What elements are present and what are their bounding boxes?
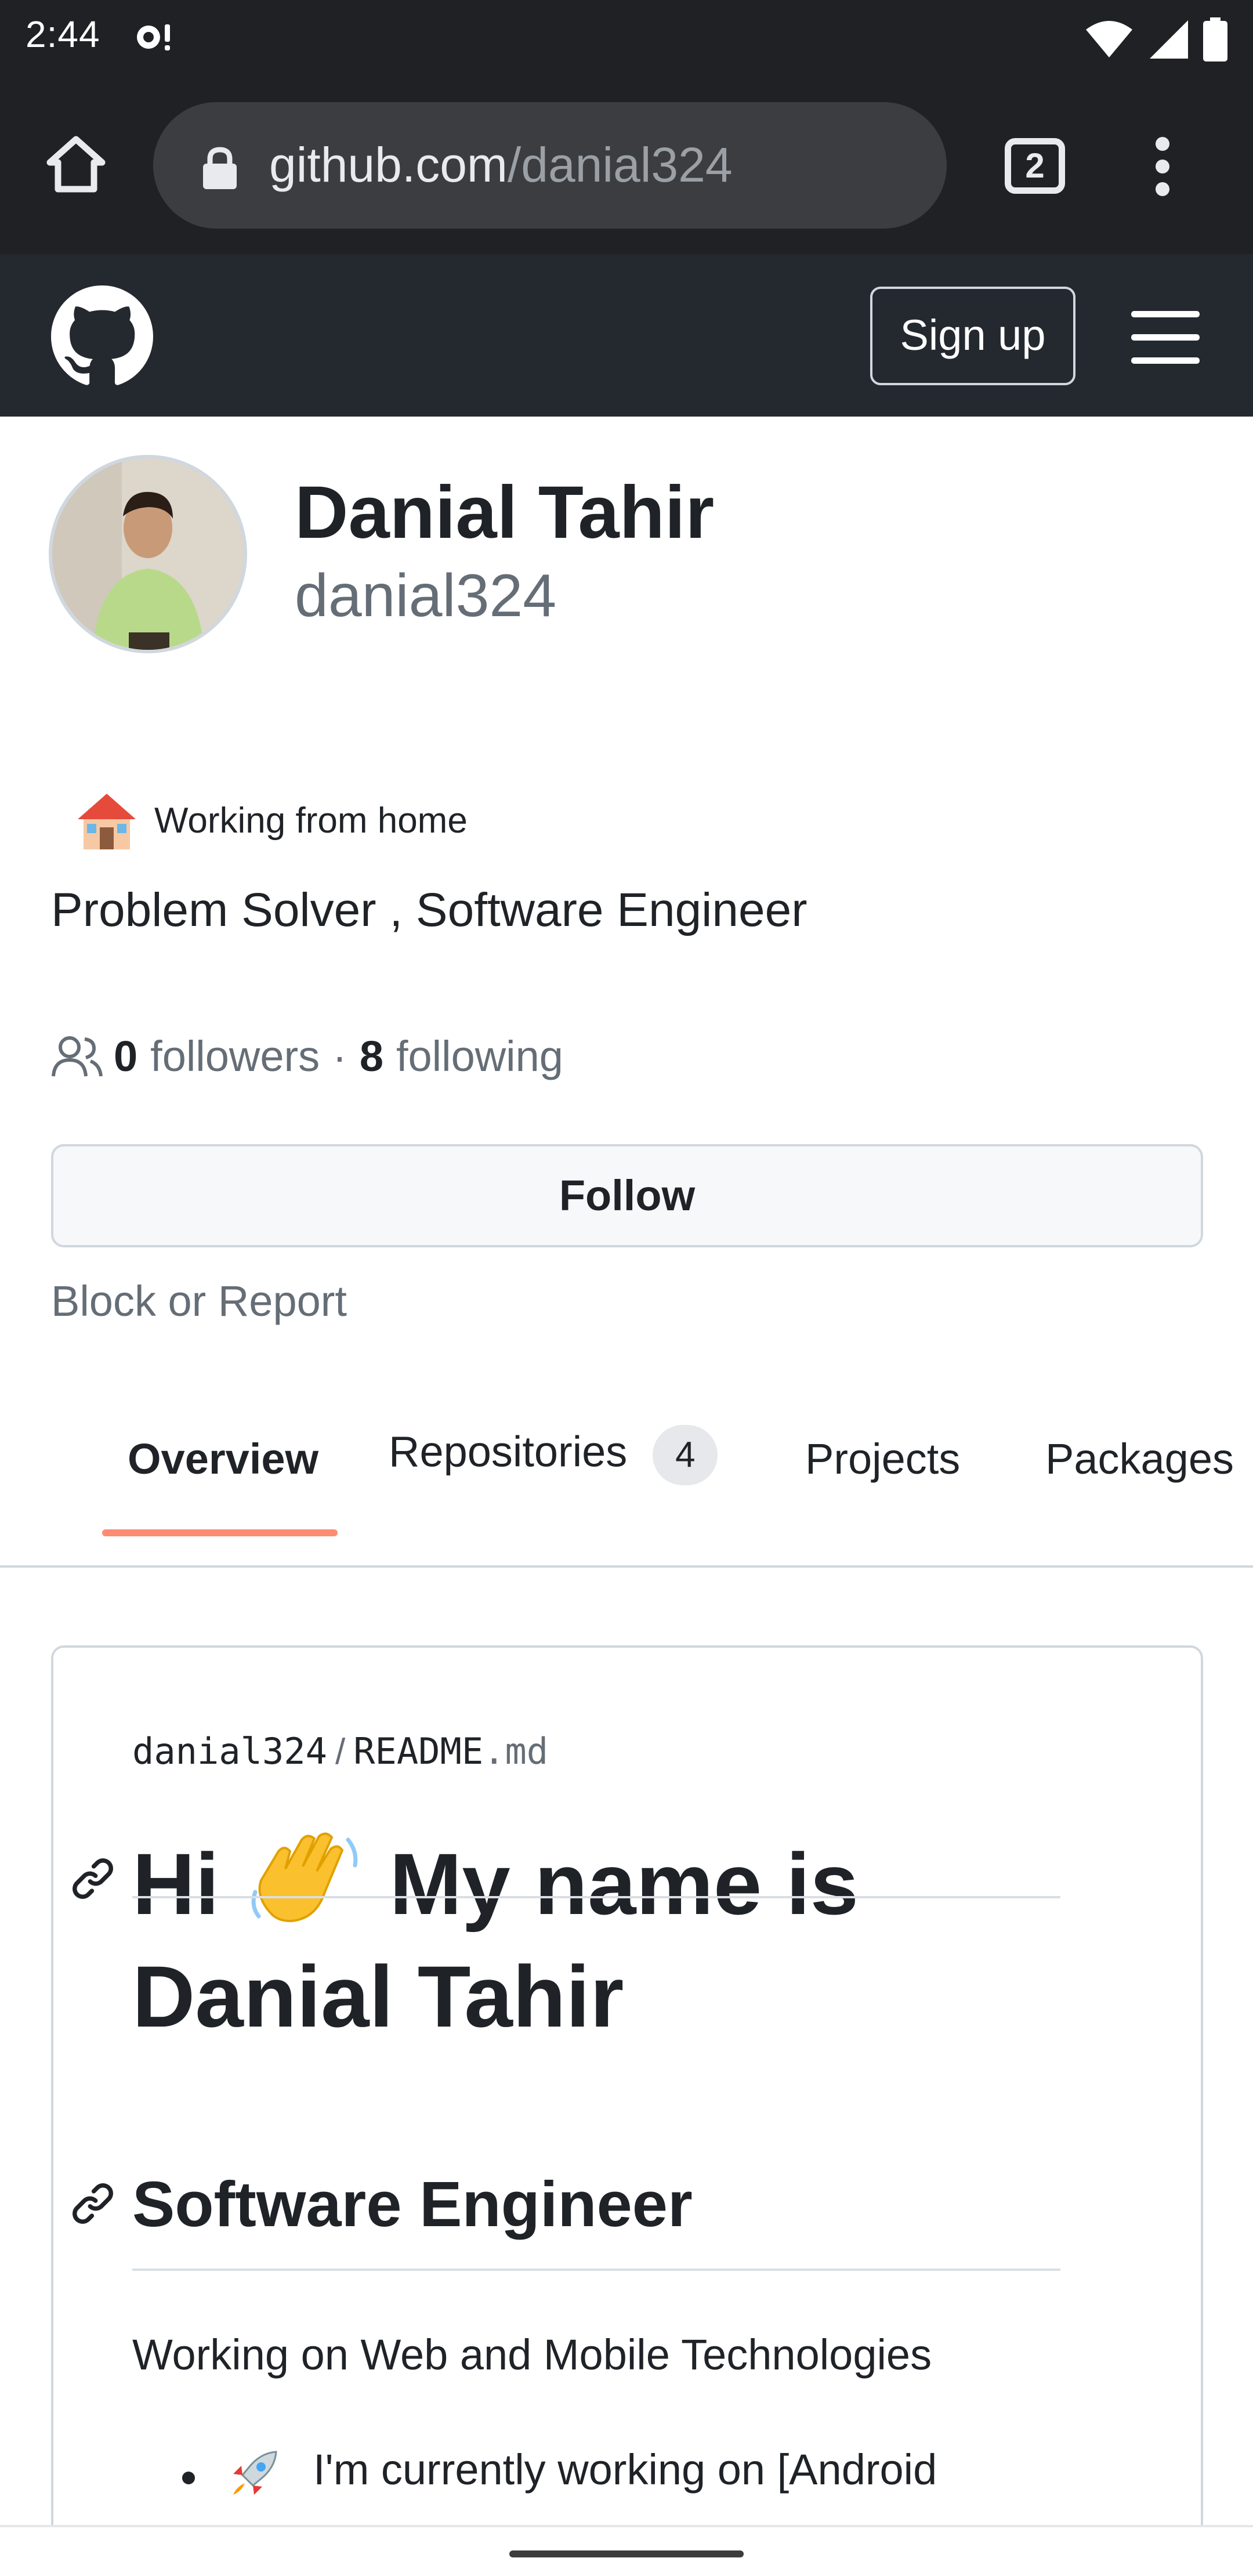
heading-divider (132, 1896, 1060, 1898)
readme-file-ext: .md (483, 1730, 549, 1772)
github-header: Sign up (0, 254, 1253, 417)
profile-tabs: Overview Repositories 4 Projects Packages (0, 1404, 1253, 1568)
readme-card: danial324/README.md Hi My name is Danial… (51, 1645, 1203, 2576)
alert-icon (137, 24, 170, 50)
followers-count[interactable]: 0 (114, 1032, 137, 1081)
link-icon[interactable] (70, 1855, 116, 1902)
avatar[interactable] (49, 455, 247, 653)
people-icon (52, 1036, 103, 1076)
house-emoji (78, 794, 136, 849)
list-bullet (182, 2472, 195, 2484)
status-icons (1085, 17, 1227, 61)
readme-subheading: Software Engineer (132, 2169, 693, 2240)
github-mark-icon[interactable] (51, 285, 153, 388)
followers-link[interactable]: followers (150, 1032, 320, 1081)
status-text: Working from home (154, 800, 468, 841)
address-bar[interactable]: github.com/danial324 (153, 102, 947, 229)
url-host: github.com (269, 138, 508, 192)
lock-icon (203, 147, 237, 189)
status-time: 2:44 (26, 13, 100, 55)
browser-toolbar: github.com/danial324 2 (0, 91, 1253, 254)
readme-file-name[interactable]: README (353, 1730, 483, 1772)
link-icon[interactable] (70, 2180, 116, 2227)
dot-separator: · (332, 1032, 347, 1080)
readme-path: danial324/README.md (132, 1730, 548, 1772)
heading-hi: Hi (132, 1835, 219, 1933)
profile-name: Danial Tahir (295, 471, 715, 554)
url-path: /danial324 (507, 138, 733, 192)
signal-icon (1150, 20, 1188, 59)
wifi-icon (1086, 21, 1132, 57)
tab-projects[interactable]: Projects (805, 1434, 960, 1484)
readme-owner-link[interactable]: danial324 (132, 1730, 327, 1772)
gesture-handle[interactable] (509, 2550, 744, 2557)
waving-hand-emoji (251, 1832, 357, 1923)
user-status[interactable]: Working from home (74, 788, 468, 853)
subheading-divider (132, 2269, 1060, 2271)
tab-overview[interactable]: Overview (128, 1434, 318, 1484)
more-vert-icon[interactable] (1151, 135, 1174, 198)
battery-icon (1203, 17, 1227, 61)
follow-button[interactable]: Follow (51, 1144, 1203, 1247)
url-text: github.com/danial324 (269, 137, 733, 193)
home-icon[interactable] (44, 132, 108, 196)
readme-heading: Hi My name is Danial Tahir (132, 1828, 1037, 2053)
following-count[interactable]: 8 (360, 1032, 383, 1081)
block-report-link[interactable]: Block or Report (51, 1276, 347, 1326)
status-bar: 2:44 (0, 0, 1253, 91)
following-link[interactable]: following (396, 1032, 563, 1081)
hamburger-icon[interactable] (1131, 310, 1200, 366)
system-nav-bar (0, 2525, 1253, 2576)
tab-packages[interactable]: Packages (1045, 1434, 1234, 1484)
profile-bio: Problem Solver , Software Engineer (51, 884, 807, 936)
active-tab-indicator (102, 1529, 338, 1536)
avatar-photo (52, 458, 244, 650)
readme-list-item: I'm currently working on [Android (313, 2445, 937, 2494)
path-separator: / (335, 1732, 346, 1772)
tab-repositories-label: Repositories (389, 1427, 628, 1476)
heading-name: My name is Danial Tahir (132, 1835, 859, 2045)
rocket-emoji (233, 2451, 277, 2495)
tab-switcher-icon[interactable]: 2 (1005, 138, 1065, 194)
follow-stats: 0 followers · 8 following (51, 1032, 563, 1081)
repositories-counter: 4 (653, 1425, 718, 1485)
readme-paragraph: Working on Web and Mobile Technologies (132, 2331, 932, 2379)
signup-button[interactable]: Sign up (870, 287, 1075, 385)
profile-username: danial324 (295, 562, 557, 629)
tab-repositories[interactable]: Repositories 4 (389, 1425, 718, 1485)
